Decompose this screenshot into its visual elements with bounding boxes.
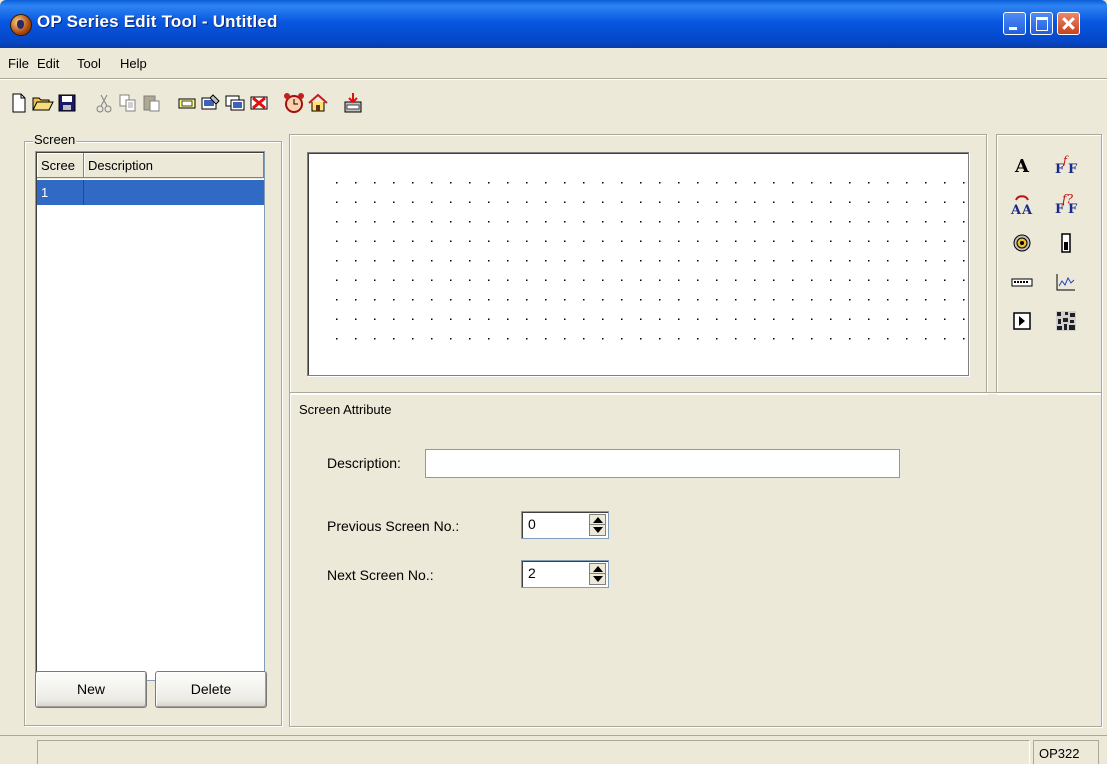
open-folder-icon	[32, 97, 54, 111]
svg-text:F: F	[1068, 202, 1078, 215]
add-screen-icon	[178, 98, 196, 109]
status-message-panel	[37, 740, 1030, 764]
delete-screen-button[interactable]	[248, 92, 270, 114]
button-tool-button[interactable]	[1009, 308, 1035, 334]
toolbar	[0, 82, 1107, 122]
svg-text:A: A	[1021, 203, 1033, 215]
cut-button[interactable]	[93, 92, 115, 114]
floppy-disk-icon	[58, 94, 76, 112]
window-title: OP Series Edit Tool - Untitled	[37, 12, 278, 31]
open-file-button[interactable]	[32, 92, 54, 114]
text-tool-icon: A	[1014, 156, 1030, 175]
screen-properties-icon	[201, 94, 220, 110]
alarm-clock-icon	[284, 93, 304, 113]
swap-formula-icon: Ff?F	[1055, 193, 1078, 215]
svg-text:A: A	[1010, 203, 1022, 215]
button-tool-icon	[1013, 312, 1031, 330]
column-header-screen[interactable]: Scree	[37, 153, 84, 178]
maximize-button[interactable]	[1030, 12, 1053, 35]
bar-graph-icon	[1061, 233, 1071, 253]
copy-button[interactable]	[117, 92, 139, 114]
minimize-button[interactable]	[1003, 12, 1026, 35]
object-palette: A FfF AA Ff? F	[996, 134, 1102, 394]
screen-list[interactable]: Scree Description 1	[35, 151, 265, 681]
trend-chart-icon	[1056, 274, 1075, 291]
svg-text:A: A	[1014, 156, 1030, 175]
model-status-panel: OP322	[1033, 740, 1099, 764]
description-label: Description:	[327, 455, 401, 471]
status-bar: OP322	[0, 735, 1107, 764]
close-button[interactable]	[1057, 12, 1080, 35]
next-screen-spinner[interactable]: 2	[521, 560, 609, 588]
next-screen-value[interactable]: 2	[528, 565, 536, 581]
screen-properties-button[interactable]	[200, 92, 222, 114]
screen-number-cell: 1	[41, 185, 49, 200]
delete-screen-list-button[interactable]: Delete	[155, 671, 267, 708]
description-input[interactable]	[425, 449, 900, 478]
menu-bar: File Edit Tool Help	[0, 48, 1107, 78]
swap-text-icon: AA	[1010, 195, 1033, 215]
copy-screen-button[interactable]	[224, 92, 246, 114]
download-button[interactable]	[342, 92, 364, 114]
text-tool-button[interactable]: A	[1009, 152, 1035, 178]
alarm-button[interactable]	[283, 92, 305, 114]
lamp-tool-button[interactable]	[1009, 230, 1035, 256]
new-screen-button[interactable]: New	[35, 671, 147, 708]
home-icon	[308, 93, 328, 112]
previous-screen-spinner[interactable]: 0	[521, 511, 609, 539]
next-screen-spin-buttons[interactable]	[589, 563, 606, 585]
previous-screen-spin-buttons[interactable]	[589, 514, 606, 536]
menu-file[interactable]: File	[8, 56, 29, 71]
dot-grid	[336, 182, 984, 340]
bitmap-icon	[1056, 311, 1076, 331]
screen-attribute-label: Screen Attribute	[298, 402, 393, 417]
cell-divider	[83, 180, 84, 205]
screen-list-header: Scree Description	[37, 153, 264, 179]
numeric-entry-icon	[1011, 278, 1033, 287]
screen-canvas[interactable]	[307, 152, 984, 376]
menu-divider	[0, 78, 1107, 80]
svg-text:F: F	[1068, 162, 1078, 175]
trend-chart-tool-button[interactable]	[1053, 269, 1079, 295]
add-screen-button[interactable]	[176, 92, 198, 114]
paste-button[interactable]	[141, 92, 163, 114]
screen-group-label: Screen	[33, 132, 77, 147]
scissors-icon	[96, 94, 112, 113]
delete-screen-icon	[250, 96, 268, 110]
copy-icon	[119, 94, 136, 112]
new-file-button[interactable]	[8, 92, 30, 114]
table-row[interactable]: 1	[37, 180, 264, 205]
paste-icon	[143, 95, 160, 112]
previous-screen-value[interactable]: 0	[528, 516, 536, 532]
lamp-icon	[1013, 234, 1031, 252]
home-button[interactable]	[307, 92, 329, 114]
swap-formula-tool-button[interactable]: Ff? F	[1053, 191, 1079, 217]
menu-edit[interactable]: Edit	[37, 56, 59, 71]
numeric-entry-tool-button[interactable]	[1009, 269, 1035, 295]
new-file-icon	[12, 93, 26, 113]
app-icon[interactable]	[10, 14, 32, 36]
column-header-description[interactable]: Description	[84, 153, 264, 178]
bar-tool-button[interactable]	[1053, 230, 1079, 256]
next-screen-label: Next Screen No.:	[327, 567, 434, 583]
save-button[interactable]	[56, 92, 78, 114]
bitmap-tool-button[interactable]	[1053, 308, 1079, 334]
screen-attribute-group	[289, 392, 1102, 727]
menu-help[interactable]: Help	[120, 56, 147, 71]
swap-text-tool-button[interactable]: AA	[1009, 191, 1035, 217]
title-bar[interactable]: OP Series Edit Tool - Untitled	[0, 0, 1107, 48]
download-icon	[344, 93, 362, 113]
copy-screen-icon	[225, 95, 245, 111]
formula-text-tool-button[interactable]: FfF	[1053, 152, 1079, 178]
formula-text-icon: FfF	[1055, 155, 1078, 175]
previous-screen-label: Previous Screen No.:	[327, 518, 460, 534]
menu-tool[interactable]: Tool	[77, 56, 101, 71]
